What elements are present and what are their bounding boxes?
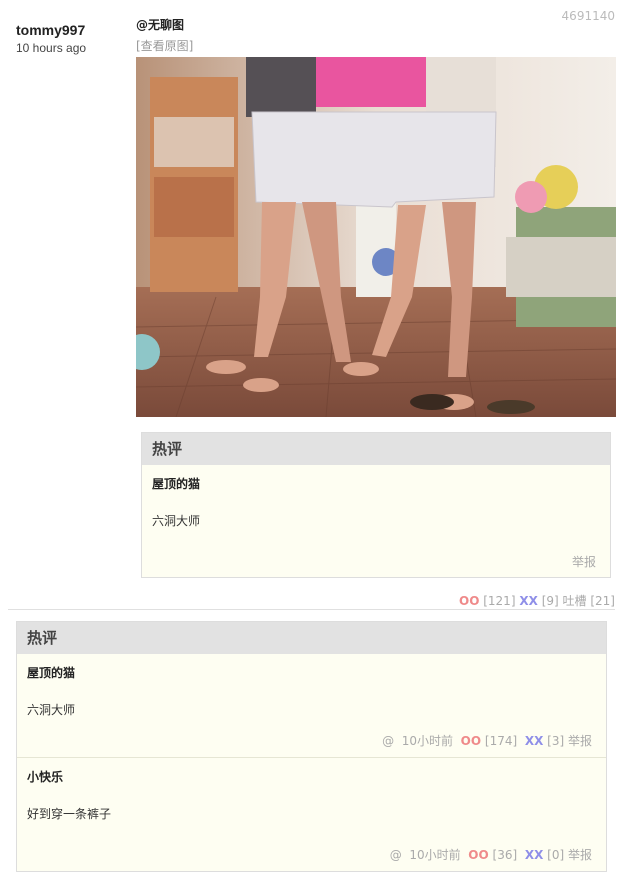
oo-count: [174]: [484, 734, 518, 748]
xx-count: [0]: [547, 848, 565, 862]
author-block: tommy997 10 hours ago: [16, 22, 86, 55]
comment-meta: @ 10小时前 OO [174] XX [3] 举报: [382, 732, 592, 749]
comment-time: 10小时前: [401, 734, 454, 748]
hot-comments-header: 热评: [142, 433, 610, 465]
hot-comment: 屋顶的猫 六洞大师 举报: [142, 465, 610, 578]
xx-button[interactable]: XX: [519, 594, 538, 608]
xx-count: [3]: [547, 734, 565, 748]
post-title: @无聊图: [136, 18, 185, 32]
comment-meta: 举报: [572, 553, 596, 570]
comment-user[interactable]: 屋顶的猫: [152, 475, 600, 492]
comment-text: 好到穿一条裤子: [27, 807, 112, 821]
comment-user[interactable]: 小快乐: [27, 768, 596, 785]
vote-bar: OO [121] XX [9] 吐槽 [21]: [459, 592, 615, 609]
divider: [8, 609, 615, 610]
post-image[interactable]: [136, 57, 616, 417]
author-name[interactable]: tommy997: [16, 22, 86, 38]
oo-button[interactable]: OO: [468, 848, 488, 862]
oo-count: [36]: [492, 848, 518, 862]
comment-text: 六洞大师: [27, 703, 76, 717]
oo-count: [121]: [483, 594, 516, 608]
xx-count: [9]: [541, 594, 559, 608]
at-icon[interactable]: @: [390, 848, 402, 862]
xx-button[interactable]: XX: [525, 848, 544, 862]
report-link[interactable]: 举报: [568, 734, 592, 748]
oo-button[interactable]: OO: [459, 594, 479, 608]
inline-hot-comments: 热评 屋顶的猫 六洞大师 举报: [141, 432, 611, 578]
comment-user[interactable]: 屋顶的猫: [27, 664, 596, 681]
post-content: @无聊图 [查看原图]: [136, 16, 616, 417]
post-time: 10 hours ago: [16, 41, 87, 55]
hot-comment: 屋顶的猫 六洞大师 @ 10小时前 OO [174] XX [3] 举报: [17, 654, 606, 758]
hot-comments-header: 热评: [17, 622, 606, 654]
at-icon[interactable]: @: [382, 734, 394, 748]
tucao-count: [21]: [590, 594, 615, 608]
tucao-button[interactable]: 吐槽: [563, 594, 587, 608]
report-link[interactable]: 举报: [568, 848, 592, 862]
hot-comments-section: 热评 屋顶的猫 六洞大师 @ 10小时前 OO [174] XX [3] 举报 …: [16, 621, 607, 872]
report-link[interactable]: 举报: [572, 555, 596, 569]
view-original-link[interactable]: [查看原图]: [136, 37, 616, 54]
comment-meta: @ 10小时前 OO [36] XX [0] 举报: [390, 846, 592, 863]
xx-button[interactable]: XX: [525, 734, 544, 748]
comment-time: 10小时前: [409, 848, 461, 862]
hot-comment: 小快乐 好到穿一条裤子 @ 10小时前 OO [36] XX [0] 举报: [17, 758, 606, 871]
comment-text: 六洞大师: [152, 514, 201, 528]
oo-button[interactable]: OO: [461, 734, 481, 748]
